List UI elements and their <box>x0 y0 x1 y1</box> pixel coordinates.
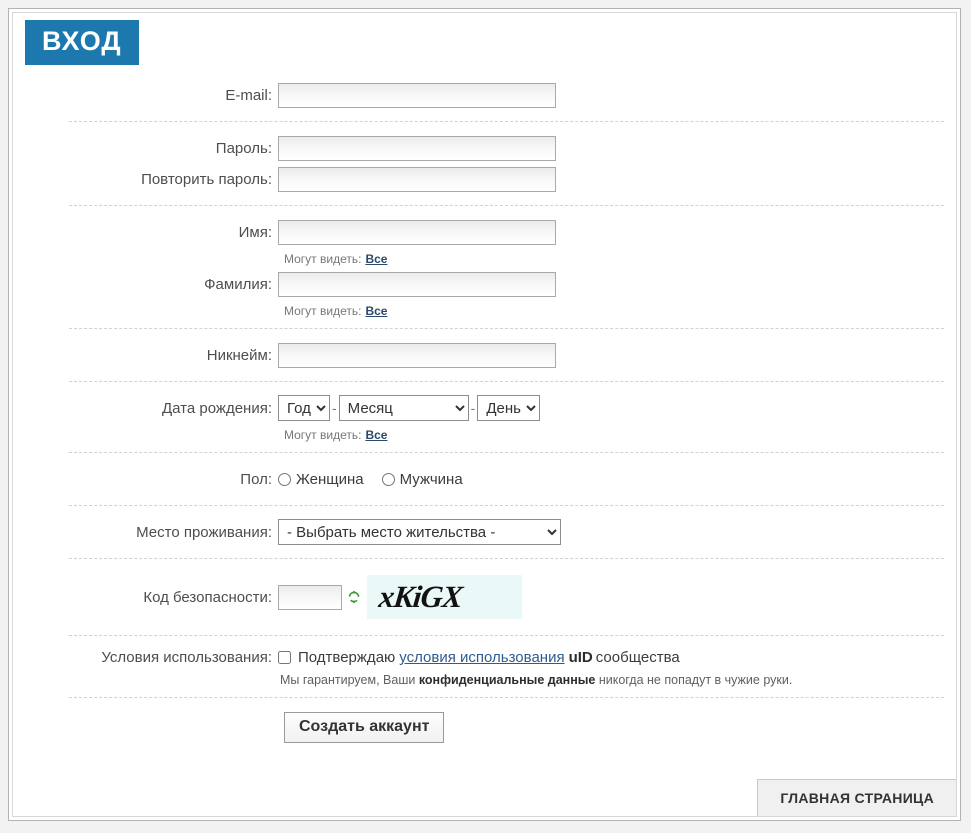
refresh-icon[interactable] <box>347 589 361 605</box>
password-input[interactable] <box>278 135 556 161</box>
birthdate-separator: - <box>332 400 337 416</box>
security-code-input[interactable] <box>278 584 342 610</box>
field-first-name <box>278 219 556 245</box>
birth-month-select[interactable]: Месяц <box>338 395 469 421</box>
row-password: Пароль: <box>13 134 956 162</box>
gender-label-male: Мужчина <box>399 470 463 488</box>
captcha-image: xKiGX <box>367 575 522 619</box>
row-birthdate: Дата рождения: Год - Месяц - День <box>13 394 956 422</box>
row-location: Место проживания: - Выбрать место житель… <box>13 518 956 546</box>
group-email: E-mail: <box>13 69 956 121</box>
label-password-repeat: Повторить пароль: <box>141 170 272 188</box>
create-account-button[interactable]: Создать аккаунт <box>284 712 445 743</box>
captcha-text: xKiGX <box>377 579 464 614</box>
row-nickname: Никнейм: <box>13 341 956 369</box>
field-email <box>278 82 556 108</box>
registration-form: E-mail: Пароль: Повторить пароль: Имя: М… <box>13 69 956 743</box>
group-password: Пароль: Повторить пароль: <box>13 122 956 205</box>
field-security-code: xKiGX <box>278 575 522 619</box>
location-select[interactable]: - Выбрать место жительства - <box>278 519 561 545</box>
visibility-note-prefix: Могут видеть: <box>284 428 362 442</box>
label-nickname: Никнейм: <box>206 346 272 364</box>
terms-privacy-note: Мы гарантируем, Ваши конфиденциальные да… <box>280 673 792 687</box>
terms-note-part1: Мы гарантируем, Ваши <box>280 673 416 687</box>
group-captcha: Код безопасности: xKiGX <box>13 559 956 635</box>
label-email: E-mail: <box>225 86 272 104</box>
terms-text-part1: Подтверждаю <box>298 649 396 666</box>
label-birthdate: Дата рождения: <box>162 399 272 417</box>
label-security-code: Код безопасности: <box>143 588 272 606</box>
birthdate-separator: - <box>470 400 476 416</box>
gender-radio-female[interactable] <box>278 472 291 486</box>
terms-note-bold: конфиденциальные данные <box>418 673 596 687</box>
submit-area: Создать аккаунт <box>13 698 956 743</box>
first-name-input[interactable] <box>278 219 556 245</box>
label-location: Место проживания: <box>136 523 272 541</box>
field-password <box>278 135 556 161</box>
terms-note-part2: никогда не попадут в чужие руки. <box>598 673 793 687</box>
group-gender: Пол: Женщина Мужчина <box>13 453 956 505</box>
visibility-note-first-name: Могут видеть: Все <box>284 249 956 267</box>
visibility-note-last-name: Могут видеть: Все <box>284 301 956 319</box>
row-email: E-mail: <box>13 81 956 109</box>
terms-brand: uID <box>568 649 593 666</box>
field-gender: Женщина Мужчина <box>278 471 481 488</box>
field-location: - Выбрать место жительства - <box>278 519 561 545</box>
label-password: Пароль: <box>215 139 272 157</box>
terms-link[interactable]: условия использования <box>399 649 564 666</box>
birth-day-select[interactable]: День <box>477 395 541 421</box>
terms-text-part2: сообщества <box>595 649 680 666</box>
birth-year-select[interactable]: Год <box>278 395 330 421</box>
gender-option-female[interactable]: Женщина <box>278 471 364 488</box>
row-password-repeat: Повторить пароль: <box>13 165 956 193</box>
visibility-note-prefix: Могут видеть: <box>284 304 362 318</box>
terms-checkbox[interactable] <box>278 651 291 664</box>
terms-agree-line[interactable]: Подтверждаю условия использования uID со… <box>278 649 792 666</box>
visibility-note-birthdate: Могут видеть: Все <box>284 425 956 443</box>
registration-panel: ВХОД E-mail: Пароль: Повторить пароль: И… <box>12 12 957 817</box>
gender-radio-male[interactable] <box>381 472 395 486</box>
group-location: Место проживания: - Выбрать место житель… <box>13 506 956 558</box>
home-page-tab[interactable]: ГЛАВНАЯ СТРАНИЦА <box>757 779 956 816</box>
field-last-name <box>278 271 556 297</box>
row-gender: Пол: Женщина Мужчина <box>13 465 956 493</box>
nickname-input[interactable] <box>278 342 556 368</box>
group-name: Имя: Могут видеть: Все Фамилия: Могут вид… <box>13 206 956 328</box>
row-first-name: Имя: <box>13 218 956 246</box>
row-terms: Условия использования: Подтверждаю услов… <box>13 648 956 687</box>
field-nickname <box>278 342 556 368</box>
label-first-name: Имя: <box>238 223 272 241</box>
password-repeat-input[interactable] <box>278 166 556 192</box>
visibility-link-all[interactable]: Все <box>365 304 387 318</box>
last-name-input[interactable] <box>278 271 556 297</box>
label-gender: Пол: <box>240 470 272 488</box>
label-last-name: Фамилия: <box>204 275 272 293</box>
row-captcha: Код безопасности: xKiGX <box>13 575 956 619</box>
page-title-badge: ВХОД <box>25 20 139 65</box>
group-terms: Условия использования: Подтверждаю услов… <box>13 636 956 697</box>
field-password-repeat <box>278 166 556 192</box>
terms-body: Подтверждаю условия использования uID со… <box>278 648 792 687</box>
gender-label-female: Женщина <box>296 470 364 488</box>
field-birthdate: Год - Месяц - День <box>278 395 541 421</box>
label-terms: Условия использования: <box>101 649 272 666</box>
email-input[interactable] <box>278 82 556 108</box>
gender-option-male[interactable]: Мужчина <box>381 470 463 488</box>
visibility-note-prefix: Могут видеть: <box>284 252 362 266</box>
visibility-link-all[interactable]: Все <box>365 428 387 442</box>
group-nickname: Никнейм: <box>13 329 956 381</box>
visibility-link-all[interactable]: Все <box>365 252 387 266</box>
row-last-name: Фамилия: <box>13 270 956 298</box>
group-birthdate: Дата рождения: Год - Месяц - День Могут … <box>13 382 956 452</box>
page-frame: ВХОД E-mail: Пароль: Повторить пароль: И… <box>8 8 961 821</box>
